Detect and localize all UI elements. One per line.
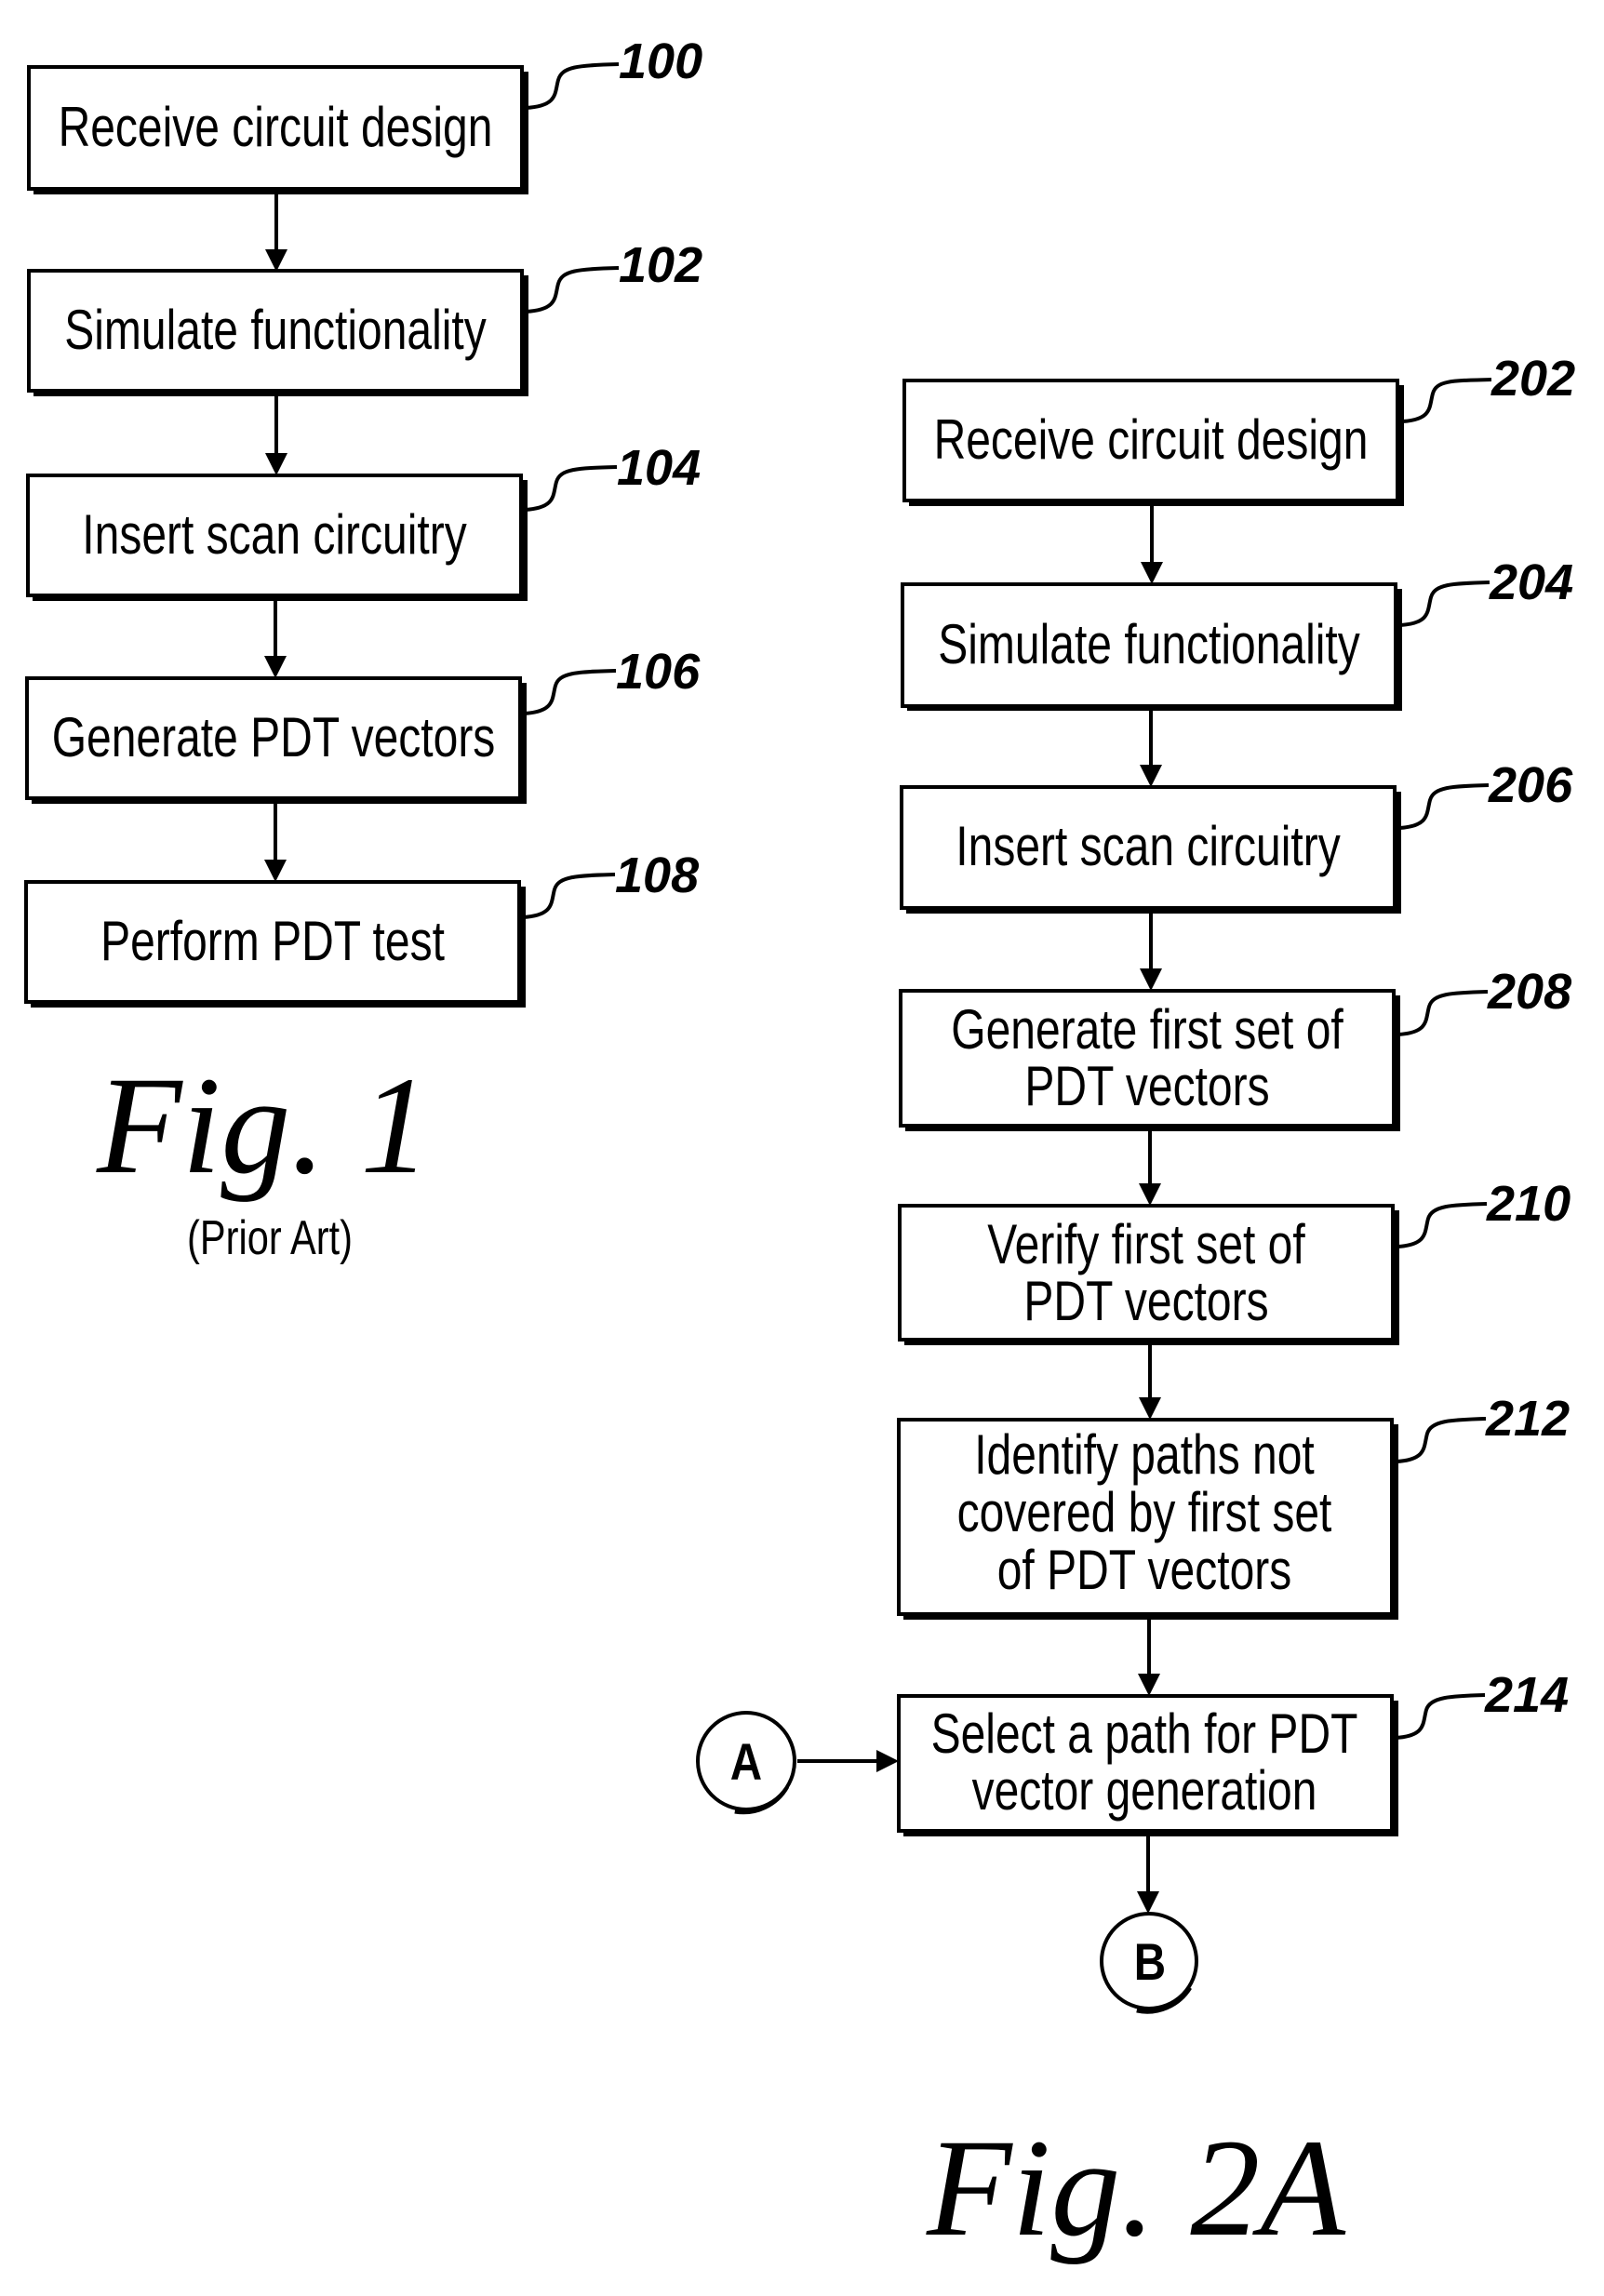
reference-numeral: 102 (619, 237, 702, 293)
reference-numeral: 106 (616, 644, 701, 700)
reference-numeral: 204 (1489, 554, 1573, 610)
process-box-text-line-1: Generate first set of (951, 998, 1343, 1061)
process-box-text: Perform PDT test (100, 910, 445, 972)
reference-numeral: 202 (1490, 351, 1575, 407)
process-box-text-line-2: PDT vectors (1024, 1055, 1269, 1117)
connector-a-label: A (730, 1733, 762, 1791)
reference-numeral: 100 (619, 33, 702, 89)
reference-numeral: 206 (1488, 757, 1573, 813)
reference-numeral: 108 (615, 848, 699, 903)
figure-1-subcaption: (Prior Art) (187, 1210, 353, 1265)
process-box-text-line-3: of PDT vectors (997, 1539, 1292, 1601)
process-box-text: Insert scan circuitry (82, 503, 467, 566)
reference-numeral: 208 (1487, 964, 1571, 1020)
connector-b-label: B (1134, 1933, 1166, 1991)
process-box-text: Simulate functionality (64, 299, 487, 361)
figure-2a-caption: Fig. 2A (926, 2111, 1346, 2265)
patent-drawing-sheet: Receive circuit design 100 Simulate func… (0, 0, 1604, 2296)
process-box-text-line-2: vector generation (972, 1759, 1317, 1822)
figure-1-caption: Fig. 1 (96, 1048, 430, 1203)
process-box-text-line-2: PDT vectors (1023, 1270, 1268, 1332)
connector-b: B (1100, 1912, 1198, 2014)
process-box-text: Insert scan circuitry (956, 815, 1341, 877)
reference-numeral: 210 (1486, 1176, 1571, 1232)
process-box-text-line-1: Verify first set of (987, 1213, 1305, 1275)
reference-numeral: 212 (1485, 1391, 1570, 1447)
reference-numeral: 214 (1484, 1667, 1569, 1723)
reference-numeral: 104 (617, 440, 701, 496)
connector-a: A (696, 1711, 796, 1815)
process-box-text-line-2: covered by first set (957, 1481, 1332, 1543)
process-box-text: Simulate functionality (938, 613, 1360, 675)
process-box-text: Generate PDT vectors (52, 706, 496, 768)
process-box-text-line-1: Identify paths not (974, 1423, 1315, 1486)
process-box-text: Receive circuit design (934, 408, 1369, 471)
process-box-text-line-1: Select a path for PDT (931, 1702, 1358, 1765)
process-box-text: Receive circuit design (59, 96, 493, 158)
